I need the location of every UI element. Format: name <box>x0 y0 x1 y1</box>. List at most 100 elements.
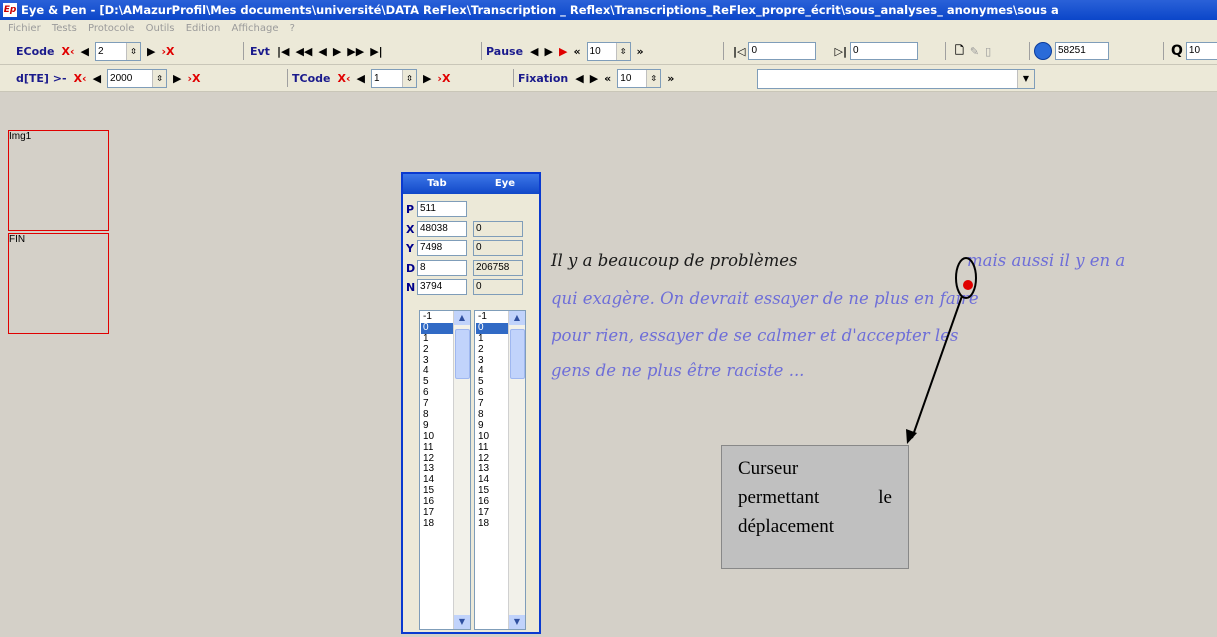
spinner-arrows-icon[interactable]: ⇳ <box>615 42 630 60</box>
tcode-next-button[interactable]: ▶ <box>423 72 431 85</box>
evt-last-button[interactable]: ▶| <box>370 45 382 58</box>
chevron-down-icon[interactable]: ▼ <box>1017 70 1034 88</box>
separator <box>513 69 514 87</box>
eye-list-items[interactable]: -1 0 1 2 3 4 5 6 7 8 9 10 11 12 13 14 15 16 17 18 <box>476 311 508 530</box>
tcode-prev-button[interactable]: ◀ <box>356 72 364 85</box>
eye-column-header: Eye <box>494 178 516 189</box>
scroll-thumb[interactable] <box>455 329 470 379</box>
chevron-down-icon[interactable]: ▼ <box>454 615 470 629</box>
menu-fichier[interactable]: Fichier <box>8 23 41 34</box>
tab-scrollbar[interactable]: ▲ ▼ <box>453 311 470 629</box>
go-end-icon[interactable]: ▷| <box>834 45 846 58</box>
tab-list-items[interactable]: -1 0 1 2 3 4 5 6 7 8 9 10 11 12 13 14 15 16 17 18 <box>421 311 453 530</box>
new-doc-icon[interactable]: 🗋 <box>955 42 964 61</box>
list-item[interactable]: 18 <box>421 518 453 530</box>
fixation-faster-button[interactable]: » <box>667 72 674 85</box>
pause-play-button[interactable]: ▶ <box>559 45 567 58</box>
menu-edition[interactable]: Edition <box>186 23 221 34</box>
title-bar: Ep Eye & Pen - [D:\AMazurProfil\Mes docum… <box>0 0 1217 20</box>
spinner-arrows-icon[interactable]: ⇳ <box>152 69 167 87</box>
fixation-prev-button[interactable]: ◀ <box>575 72 583 85</box>
evt-next-button[interactable]: ▶ <box>333 45 341 58</box>
chevron-up-icon[interactable]: ▲ <box>509 311 525 325</box>
annotation-arrowhead-icon <box>906 429 917 444</box>
ecode-prev-button[interactable]: ◀ <box>81 45 89 58</box>
evt-prev-button[interactable]: ◀ <box>318 45 326 58</box>
chevron-down-icon[interactable]: ▼ <box>509 615 525 629</box>
separator <box>481 42 482 60</box>
ecode-clear-right-button[interactable]: ›X <box>161 45 174 58</box>
fixation-next-button[interactable]: ▶ <box>590 72 598 85</box>
end-field[interactable]: 0 <box>849 42 918 60</box>
evt-first-button[interactable]: |◀ <box>277 45 289 58</box>
evt-fast-forward-button[interactable]: ▶▶ <box>347 45 364 58</box>
pause-prev-button[interactable]: ◀ <box>530 45 538 58</box>
pause-faster-button[interactable]: » <box>637 45 644 58</box>
zoom-icon[interactable]: Q <box>1171 43 1183 59</box>
dte-next-button[interactable]: ▶ <box>173 72 181 85</box>
fixation-spinner[interactable]: 10 ⇳ <box>617 68 662 88</box>
p-tab-field[interactable]: 511 <box>417 201 467 217</box>
x-tab-field[interactable]: 48038 <box>417 221 467 237</box>
callout-box: Curseur permettant le déplacement <box>721 445 909 569</box>
evt-fast-back-button[interactable]: ◀◀ <box>295 45 312 58</box>
tab-listbox[interactable]: -1 0 1 2 3 4 5 6 7 8 9 10 11 12 13 14 15 16 17 18 ▲ ▼ <box>419 310 471 630</box>
clock-icon[interactable] <box>1034 42 1052 60</box>
eye-listbox[interactable]: -1 0 1 2 3 4 5 6 7 8 9 10 11 12 13 14 15 16 17 18 ▲ ▼ <box>474 310 526 630</box>
menu-protocole[interactable]: Protocole <box>88 23 134 34</box>
n-tab-field[interactable]: 3794 <box>417 279 467 295</box>
ecode-spinner[interactable]: 2 ⇳ <box>94 41 141 61</box>
image-thumbnail[interactable]: FIN <box>8 233 109 334</box>
eye-scrollbar[interactable]: ▲ ▼ <box>508 311 525 629</box>
annotation-arrow-line <box>911 295 963 439</box>
menu-tests[interactable]: Tests <box>52 23 77 34</box>
annotation-overlay <box>906 257 977 444</box>
callout-line-3: déplacement <box>738 516 835 537</box>
list-item[interactable]: 11 <box>421 442 453 454</box>
list-item[interactable]: 2 <box>421 344 453 356</box>
event-combo[interactable]: ▼ <box>757 69 1035 89</box>
menu-outils[interactable]: Outils <box>146 23 175 34</box>
dte-prev-button[interactable]: ◀ <box>93 72 101 85</box>
handwriting-line-3: pour rien, essayer de se calmer et d'acc… <box>551 326 959 345</box>
edit-icon[interactable]: ✎ <box>970 45 979 58</box>
spinner-arrows-icon[interactable]: ⇳ <box>125 42 140 60</box>
zoom-group: Q 10 <box>1168 41 1217 61</box>
y-eye-field: 0 <box>473 240 523 256</box>
dte-clear-left-button[interactable]: X‹ <box>74 72 87 85</box>
start-field[interactable]: 0 <box>748 42 817 60</box>
list-item[interactable]: 18 <box>476 518 508 530</box>
ecode-next-button[interactable]: ▶ <box>147 45 155 58</box>
menu-bar: Fichier Tests Protocole Outils Edition A… <box>0 20 1217 38</box>
dte-spinner[interactable]: 2000 ⇳ <box>107 68 168 88</box>
fixation-slower-button[interactable]: « <box>604 72 611 85</box>
tcode-clear-left-button[interactable]: X‹ <box>337 72 350 85</box>
scroll-thumb[interactable] <box>510 329 525 379</box>
d-tab-field[interactable]: 8 <box>417 260 467 276</box>
pause-slower-button[interactable]: « <box>573 45 580 58</box>
spinner-arrows-icon[interactable]: ⇳ <box>401 69 416 87</box>
clock-group: 58251 <box>1034 41 1109 61</box>
y-tab-field[interactable]: 7498 <box>417 240 467 256</box>
zoom-field[interactable]: 10 <box>1185 42 1217 60</box>
clock-field[interactable]: 58251 <box>1055 42 1109 60</box>
panel-header: Tab Eye <box>403 174 539 194</box>
spinner-arrows-icon[interactable]: ⇳ <box>646 69 661 87</box>
menu-affichage[interactable]: Affichage <box>232 23 279 34</box>
image-thumbnail[interactable]: Img1 <box>8 130 109 231</box>
go-start-icon[interactable]: |◁ <box>733 45 745 58</box>
data-panel[interactable]: Tab Eye P 511 X 48038 0 Y 7498 0 D 8 206… <box>401 172 541 634</box>
app-icon: Ep <box>3 3 17 17</box>
tcode-spinner[interactable]: 1 ⇳ <box>370 68 417 88</box>
list-item[interactable]: 2 <box>476 344 508 356</box>
pause-spinner[interactable]: 10 ⇳ <box>586 41 631 61</box>
dte-clear-right-button[interactable]: ›X <box>188 72 201 85</box>
fixation-group: Fixation ◀ ▶ « 10 ⇳ » <box>518 68 677 88</box>
list-item[interactable]: 11 <box>476 442 508 454</box>
pause-next-button[interactable]: ▶ <box>545 45 553 58</box>
menu-help[interactable]: ? <box>290 23 295 34</box>
chevron-up-icon[interactable]: ▲ <box>454 311 470 325</box>
tcode-clear-right-button[interactable]: ›X <box>437 72 450 85</box>
ecode-clear-left-button[interactable]: X‹ <box>61 45 74 58</box>
separator <box>1029 42 1030 60</box>
